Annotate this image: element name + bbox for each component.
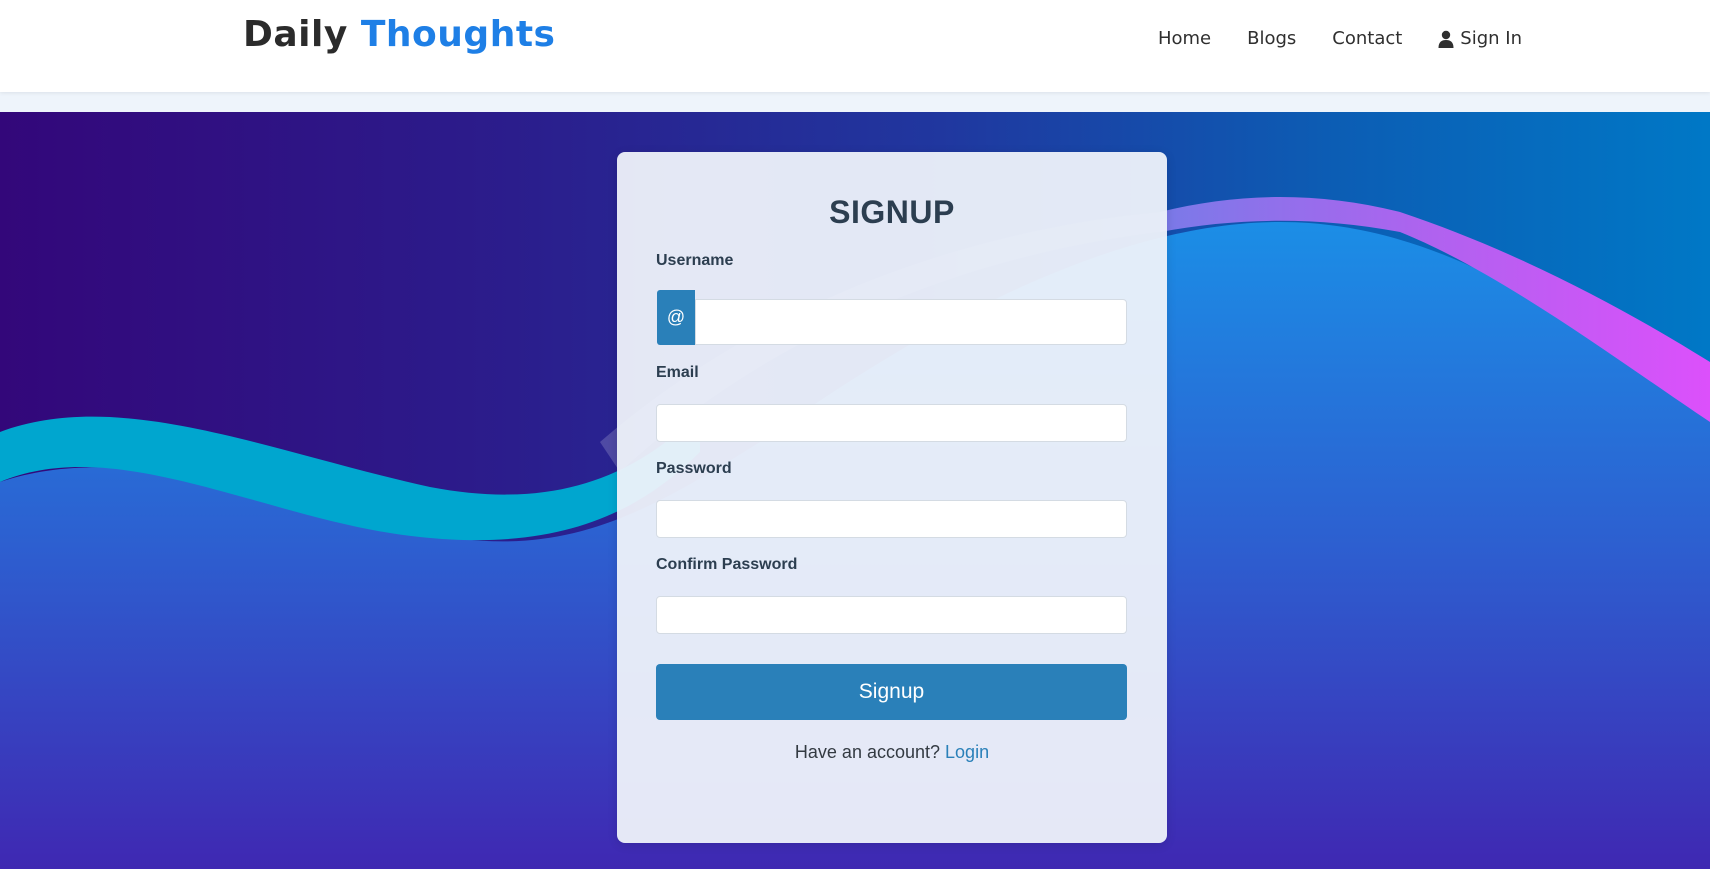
username-input[interactable] — [695, 299, 1127, 345]
confirm-password-input[interactable] — [656, 596, 1127, 634]
brand-accent: Thoughts — [360, 14, 556, 55]
login-prompt-text: Have an account? — [794, 742, 941, 762]
signup-form: SIGNUP Username @ Email Password Confirm… — [617, 152, 1167, 843]
nav-blogs-link[interactable]: Blogs — [1247, 28, 1296, 49]
username-label: Username — [656, 252, 734, 269]
nav-contact-link[interactable]: Contact — [1332, 28, 1402, 49]
brand-main: Daily — [243, 14, 348, 55]
header-spacer — [0, 92, 1710, 112]
hero-background: SIGNUP Username @ Email Password Confirm… — [0, 112, 1710, 869]
password-label: Password — [656, 460, 732, 477]
site-logo[interactable]: Daily Thoughts — [243, 14, 555, 55]
top-navbar: Daily Thoughts Home Blogs Contact Sign I… — [0, 0, 1710, 92]
login-link[interactable]: Login — [945, 742, 989, 762]
signup-button[interactable]: Signup — [656, 664, 1127, 720]
main-nav: Home Blogs Contact Sign In — [1158, 28, 1522, 49]
email-input[interactable] — [656, 404, 1127, 442]
password-input[interactable] — [656, 500, 1127, 538]
user-icon — [1438, 30, 1454, 48]
confirm-password-label: Confirm Password — [656, 556, 798, 573]
email-label: Email — [656, 364, 699, 381]
login-prompt: Have an account? Login — [617, 742, 1167, 763]
signup-title: SIGNUP — [829, 194, 955, 230]
username-at-addon: @ — [657, 290, 695, 345]
nav-home-link[interactable]: Home — [1158, 28, 1211, 49]
nav-sign-in-link[interactable]: Sign In — [1438, 28, 1522, 49]
nav-sign-in-label: Sign In — [1460, 28, 1522, 49]
